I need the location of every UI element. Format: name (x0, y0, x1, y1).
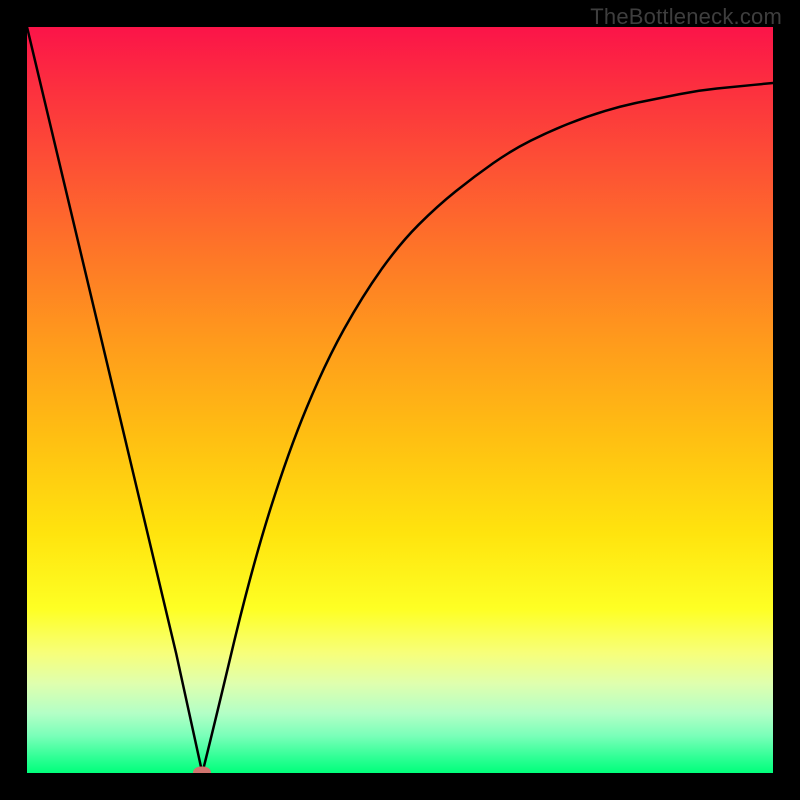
plot-area (27, 27, 773, 773)
watermark-text: TheBottleneck.com (590, 4, 782, 30)
chart-frame: TheBottleneck.com (0, 0, 800, 800)
bottleneck-curve (27, 27, 773, 773)
optimal-point-marker (193, 767, 211, 774)
